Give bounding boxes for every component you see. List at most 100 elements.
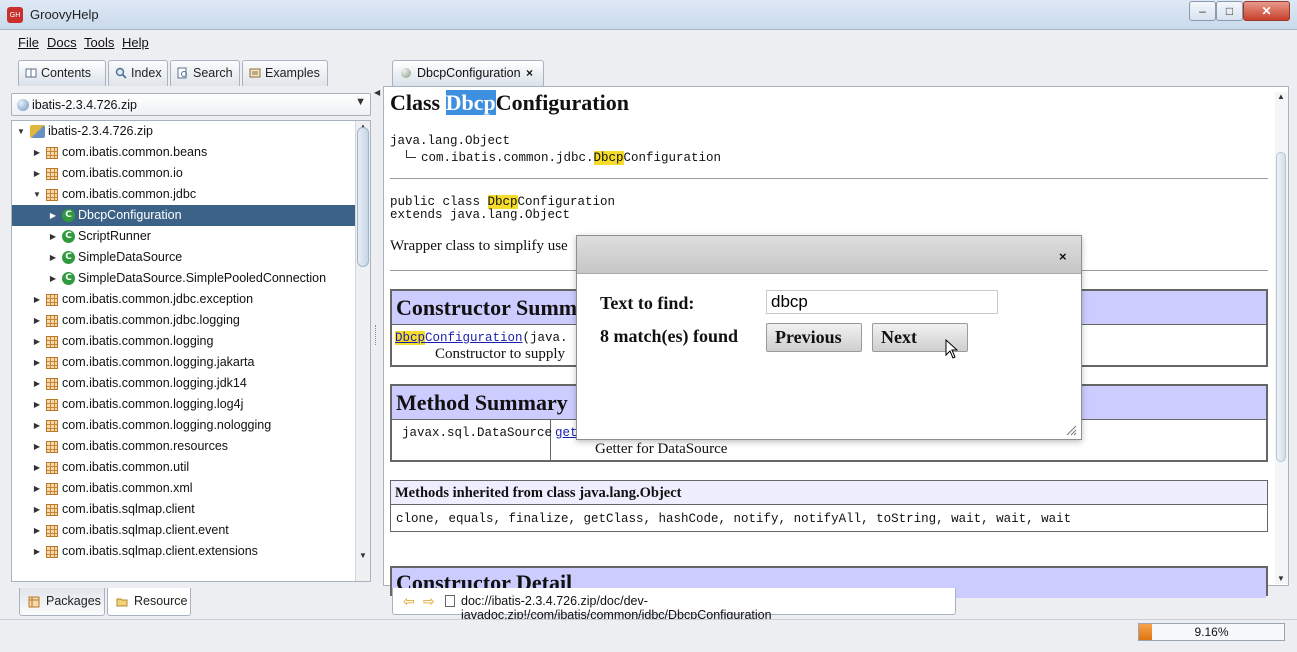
splitter-grip[interactable] <box>375 325 378 345</box>
tree-item-label: com.ibatis.common.jdbc.exception <box>62 292 254 306</box>
forward-arrow-icon[interactable]: ⇨ <box>423 593 435 610</box>
status-bar <box>0 619 1297 652</box>
scroll-up-icon[interactable]: ▲ <box>1277 92 1285 101</box>
menu-help[interactable]: Help <box>122 35 149 50</box>
tree-item[interactable]: ▶ C ScriptRunner <box>12 226 356 247</box>
minimize-button[interactable]: – <box>1189 1 1216 21</box>
collapsed-toggle-icon[interactable]: ▶ <box>32 520 42 541</box>
collapsed-toggle-icon[interactable]: ▶ <box>32 331 42 352</box>
close-tab-icon[interactable]: × <box>526 61 533 85</box>
find-dialog-header <box>577 236 1081 274</box>
menu-tools[interactable]: Tools <box>84 35 114 50</box>
tab-resource[interactable]: Resource <box>107 588 191 616</box>
tab-search[interactable]: Search <box>170 60 240 86</box>
collapsed-toggle-icon[interactable]: ▶ <box>32 436 42 457</box>
tree-vertical-scrollbar[interactable]: ▲ ▼ <box>355 121 370 581</box>
find-input[interactable] <box>766 290 998 314</box>
collapsed-toggle-icon[interactable]: ▶ <box>32 142 42 163</box>
collapsed-toggle-icon[interactable]: ▶ <box>32 163 42 184</box>
tree-item[interactable]: ▼ com.ibatis.common.jdbc <box>12 184 356 205</box>
collapsed-toggle-icon[interactable]: ▶ <box>32 457 42 478</box>
tree-item-label: com.ibatis.sqlmap.client <box>62 502 195 516</box>
expanded-toggle-icon[interactable]: ▼ <box>32 184 42 205</box>
tree-item[interactable]: ▶ com.ibatis.common.jdbc.logging <box>12 310 356 331</box>
tree-item[interactable]: ▶ com.ibatis.common.logging.jdk14 <box>12 373 356 394</box>
collapsed-toggle-icon[interactable]: ▶ <box>48 226 58 247</box>
tree-item[interactable]: ▶ com.ibatis.sqlmap.client <box>12 499 356 520</box>
collapsed-toggle-icon[interactable]: ▶ <box>32 352 42 373</box>
collapsed-toggle-icon[interactable]: ▶ <box>32 289 42 310</box>
library-dropdown[interactable]: ibatis-2.3.4.726.zip ▼ <box>11 93 371 116</box>
window-title: GroovyHelp <box>30 7 99 22</box>
tree-item[interactable]: ▼ ibatis-2.3.4.726.zip <box>12 121 356 142</box>
tree-item[interactable]: ▶ com.ibatis.sqlmap.client.extensions <box>12 541 356 562</box>
method-link[interactable]: get <box>555 426 578 440</box>
document-vertical-scrollbar[interactable] <box>1275 92 1288 584</box>
tree-item[interactable]: ▶ com.ibatis.common.io <box>12 163 356 184</box>
tree-item-label: com.ibatis.common.jdbc <box>62 187 197 201</box>
package-icon <box>46 399 58 411</box>
tab-contents[interactable]: Contents <box>18 60 106 86</box>
collapsed-toggle-icon[interactable]: ▶ <box>48 247 58 268</box>
collapsed-toggle-icon[interactable]: ▶ <box>32 394 42 415</box>
tree-item[interactable]: ▶ C SimpleDataSource.SimplePooledConnectio… <box>12 268 356 289</box>
tree-item-label: com.ibatis.common.logging.jakarta <box>62 355 255 369</box>
title-prefix: Class <box>390 90 446 115</box>
tab-examples[interactable]: Examples <box>242 60 328 86</box>
package-icon <box>46 462 58 474</box>
scroll-down-icon[interactable]: ▼ <box>359 551 367 560</box>
collapsed-toggle-icon[interactable]: ▶ <box>32 310 42 331</box>
divider <box>390 178 1268 179</box>
tree-item[interactable]: ▶ C SimpleDataSource <box>12 247 356 268</box>
collapsed-toggle-icon[interactable]: ▶ <box>32 373 42 394</box>
tree-item[interactable]: ▶ C DbcpConfiguration <box>12 205 356 226</box>
address-text[interactable]: doc://ibatis-2.3.4.726.zip/doc/dev-javad… <box>461 594 955 622</box>
tab-search-label: Search <box>193 66 233 80</box>
tree-item[interactable]: ▶ com.ibatis.common.jdbc.exception <box>12 289 356 310</box>
tree-item[interactable]: ▶ com.ibatis.common.util <box>12 457 356 478</box>
scroll-down-icon[interactable]: ▼ <box>1277 574 1285 583</box>
tree-item[interactable]: ▶ com.ibatis.common.logging <box>12 331 356 352</box>
maximize-button[interactable]: □ <box>1216 1 1243 21</box>
tab-index[interactable]: Index <box>108 60 168 86</box>
tree-item[interactable]: ▶ com.ibatis.common.logging.jakarta <box>12 352 356 373</box>
app-icon: GH <box>7 7 23 23</box>
tree-item[interactable]: ▶ com.ibatis.common.resources <box>12 436 356 457</box>
archive-icon <box>30 125 45 138</box>
inherited-methods-list: clone, equals, finalize, getClass, hashC… <box>396 512 1072 526</box>
package-icon <box>46 315 58 327</box>
menu-file[interactable]: File <box>18 35 39 50</box>
tree-item[interactable]: ▶ com.ibatis.common.xml <box>12 478 356 499</box>
back-arrow-icon[interactable]: ⇦ <box>403 593 415 610</box>
tree-item[interactable]: ▶ com.ibatis.common.logging.log4j <box>12 394 356 415</box>
tree-item[interactable]: ▶ com.ibatis.common.logging.nologging <box>12 415 356 436</box>
collapsed-toggle-icon[interactable]: ▶ <box>48 205 58 226</box>
constructor-signature: DbcpConfiguration(java. <box>395 331 568 345</box>
book-icon <box>25 68 37 78</box>
navigation-panel: Contents Index Search Examples ibatis-2.… <box>8 56 372 618</box>
package-icon <box>46 336 58 348</box>
search-doc-icon <box>177 67 187 79</box>
collapsed-toggle-icon[interactable]: ▶ <box>32 499 42 520</box>
collapsed-toggle-icon[interactable]: ▶ <box>32 478 42 499</box>
tab-packages[interactable]: Packages <box>19 588 105 616</box>
inherited-methods-heading: Methods inherited from class java.lang.O… <box>391 481 1267 505</box>
expanded-toggle-icon[interactable]: ▼ <box>16 121 26 142</box>
collapsed-toggle-icon[interactable]: ▶ <box>32 541 42 562</box>
close-icon[interactable]: × <box>1059 249 1067 264</box>
document-scroll-thumb[interactable] <box>1276 152 1286 462</box>
constructor-link[interactable]: Configuration <box>425 331 523 345</box>
tree-item[interactable]: ▶ com.ibatis.common.beans <box>12 142 356 163</box>
resize-grip-icon[interactable] <box>1065 424 1077 436</box>
close-window-button[interactable]: ✕ <box>1243 1 1290 21</box>
previous-button[interactable]: Previous <box>766 323 862 352</box>
collapse-left-icon[interactable]: ◀ <box>374 88 380 97</box>
package-icon <box>46 357 58 369</box>
menu-docs[interactable]: Docs <box>47 35 77 50</box>
collapsed-toggle-icon[interactable]: ▶ <box>32 415 42 436</box>
tree-vertical-scroll-thumb[interactable] <box>357 127 369 267</box>
collapsed-toggle-icon[interactable]: ▶ <box>48 268 58 289</box>
tree-item[interactable]: ▶ com.ibatis.sqlmap.client.event <box>12 520 356 541</box>
constructor-link-highlight[interactable]: Dbcp <box>395 331 426 345</box>
tab-document[interactable]: DbcpConfiguration × <box>392 60 544 86</box>
